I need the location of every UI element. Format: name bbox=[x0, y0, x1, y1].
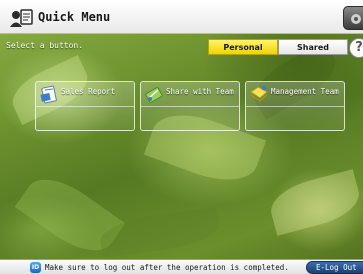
button-divider bbox=[141, 106, 239, 107]
settings-button[interactable] bbox=[343, 6, 363, 30]
management-team-label: Management Team bbox=[271, 87, 339, 96]
status-message: Make sure to log out after the operation… bbox=[45, 263, 289, 272]
status-bar: ID Make sure to log out after the operat… bbox=[0, 259, 363, 274]
id-icon: ID bbox=[30, 262, 41, 273]
button-divider bbox=[36, 106, 134, 107]
send-icon bbox=[144, 84, 164, 104]
sales-report-button[interactable]: Sales Report bbox=[35, 81, 135, 131]
share-with-team-button[interactable]: Share with Team bbox=[140, 81, 240, 131]
management-team-button[interactable]: Management Team bbox=[245, 81, 345, 131]
logout-button[interactable]: E-Log Out bbox=[306, 261, 363, 274]
tab-shared[interactable]: Shared bbox=[278, 39, 348, 55]
folder-icon bbox=[249, 84, 269, 104]
instruction-text: Select a button. bbox=[6, 41, 84, 50]
page-title: Quick Menu bbox=[38, 10, 111, 24]
document-icon bbox=[39, 84, 59, 104]
help-button[interactable]: ? bbox=[349, 38, 363, 58]
quick-menu-icon bbox=[10, 8, 34, 28]
share-with-team-label: Share with Team bbox=[166, 87, 234, 96]
title-bar: Quick Menu bbox=[0, 0, 363, 34]
button-divider bbox=[246, 106, 344, 107]
tab-personal[interactable]: Personal bbox=[208, 39, 278, 55]
sales-report-label: Sales Report bbox=[61, 87, 116, 96]
gear-icon bbox=[351, 14, 361, 24]
